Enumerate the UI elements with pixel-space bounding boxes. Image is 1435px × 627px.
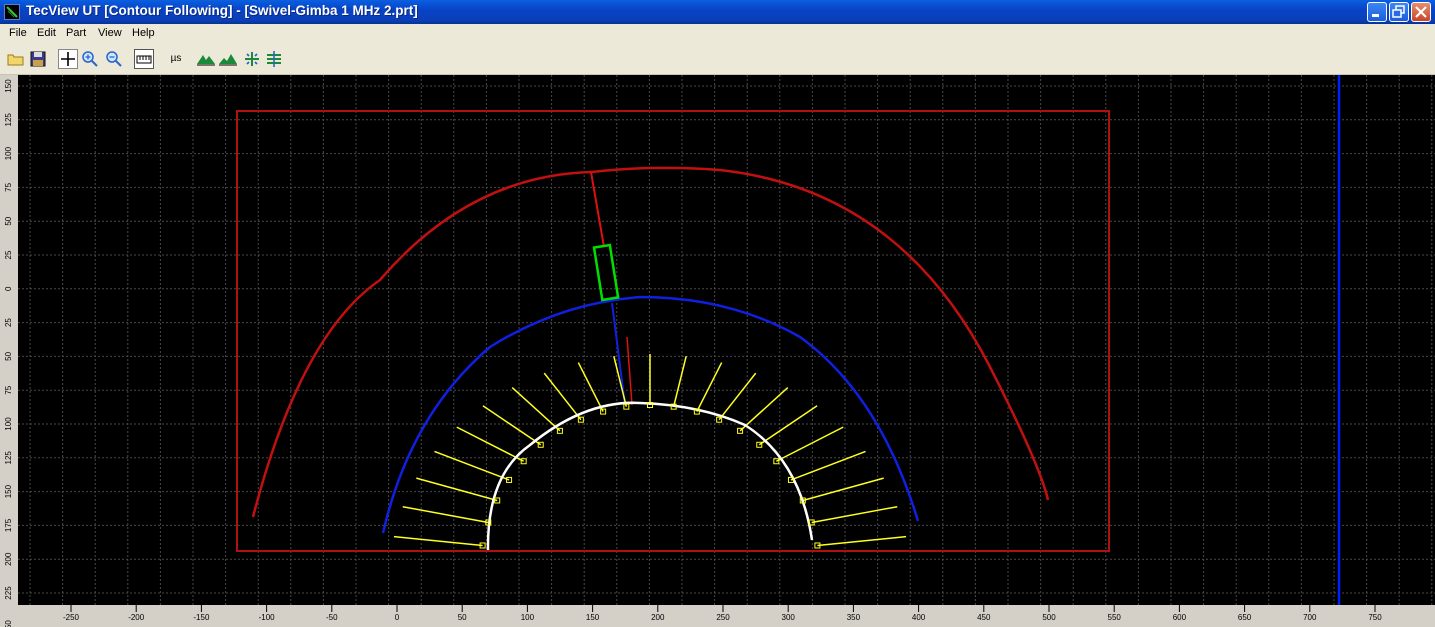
y-tick-label: 75 [4, 182, 13, 191]
y-tick-label: 250 [4, 620, 13, 627]
x-tick-label: 150 [586, 613, 600, 622]
restore-icon [1392, 5, 1405, 18]
x-tick-label: 0 [395, 613, 400, 622]
y-tick-label: 150 [4, 484, 13, 498]
align-button[interactable] [264, 49, 284, 69]
title-bar: TecView UT [Contour Following] - [Swivel… [0, 0, 1435, 24]
x-tick-label: 300 [782, 613, 796, 622]
y-tick-label: 225 [4, 586, 13, 600]
microseconds-button[interactable]: µs [166, 49, 186, 69]
x-tick-label: 550 [1108, 613, 1122, 622]
y-tick-label: 75 [4, 385, 13, 394]
x-tick-label: 200 [651, 613, 665, 622]
crosshair-icon [61, 52, 75, 66]
x-tick-label: 600 [1173, 613, 1187, 622]
y-tick-label: 50 [4, 351, 13, 360]
menu-bar: File Edit Part View Help [0, 24, 1435, 44]
ruler-button[interactable] [134, 49, 154, 69]
y-tick-label: 0 [4, 286, 13, 291]
zoom-in-icon [82, 51, 98, 67]
x-tick-label: 650 [1238, 613, 1252, 622]
y-tick-label: 150 [4, 79, 13, 93]
close-button[interactable] [1411, 2, 1431, 22]
x-tick-label: 250 [716, 613, 730, 622]
x-tick-label: -150 [193, 613, 210, 622]
x-tick-label: 450 [977, 613, 991, 622]
peak-alt-button[interactable] [218, 49, 238, 69]
x-tick-label: 100 [521, 613, 535, 622]
x-tick-label: 750 [1368, 613, 1382, 622]
x-tick-label: -250 [63, 613, 80, 622]
x-tick-label: -200 [128, 613, 145, 622]
peak-icon [197, 55, 215, 66]
x-tick-label: 400 [912, 613, 926, 622]
app-logo-icon [4, 4, 20, 20]
zoom-in-button[interactable] [80, 49, 100, 69]
x-tick-label: 700 [1303, 613, 1317, 622]
window-title: TecView UT [Contour Following] - [Swivel… [26, 3, 418, 18]
ruler-icon [136, 55, 152, 64]
peak-alt-icon [219, 54, 237, 66]
zoom-out-button[interactable] [104, 49, 124, 69]
y-tick-label: 175 [4, 518, 13, 532]
x-tick-label: 50 [458, 613, 467, 622]
toolbar: µs [0, 44, 1435, 75]
close-icon [1415, 6, 1427, 18]
menu-edit[interactable]: Edit [37, 27, 56, 39]
y-tick-label: 50 [4, 216, 13, 225]
y-tick-label: 100 [4, 417, 13, 431]
canvas-background [0, 75, 1435, 627]
y-tick-label: 25 [4, 318, 13, 327]
x-tick-label: -100 [259, 613, 276, 622]
restore-button[interactable] [1389, 2, 1409, 22]
save-button[interactable] [28, 49, 48, 69]
menu-view[interactable]: View [98, 27, 122, 39]
contour-canvas[interactable]: -250 -200 -150 -100 -50 0 50 100 150 200 250 300 350… [0, 75, 1435, 627]
y-tick-label: 25 [4, 250, 13, 259]
peak-button[interactable] [196, 49, 216, 69]
contour-view[interactable]: -250 -200 -150 -100 -50 0 50 100 150 200 250 300 350… [0, 75, 1435, 627]
y-tick-label: 125 [4, 113, 13, 127]
distribute-icon [245, 52, 259, 66]
open-button[interactable] [6, 49, 26, 69]
x-tick-label: 350 [847, 613, 861, 622]
menu-help[interactable]: Help [132, 27, 155, 39]
y-tick-label: 100 [4, 146, 13, 160]
menu-part[interactable]: Part [66, 27, 86, 39]
y-tick-label: 125 [4, 451, 13, 465]
x-tick-label: -50 [326, 613, 338, 622]
microseconds-icon: µs [170, 53, 182, 64]
y-tick-label: 200 [4, 552, 13, 566]
crosshair-button[interactable] [58, 49, 78, 69]
zoom-out-icon [106, 51, 122, 67]
x-tick-label: 500 [1042, 613, 1056, 622]
distribute-button[interactable] [242, 49, 262, 69]
save-icon [30, 51, 46, 67]
minimize-button[interactable] [1367, 2, 1387, 22]
open-folder-icon [7, 54, 24, 66]
minimize-icon [1372, 14, 1379, 17]
align-icon [267, 51, 281, 67]
menu-file[interactable]: File [9, 27, 27, 39]
